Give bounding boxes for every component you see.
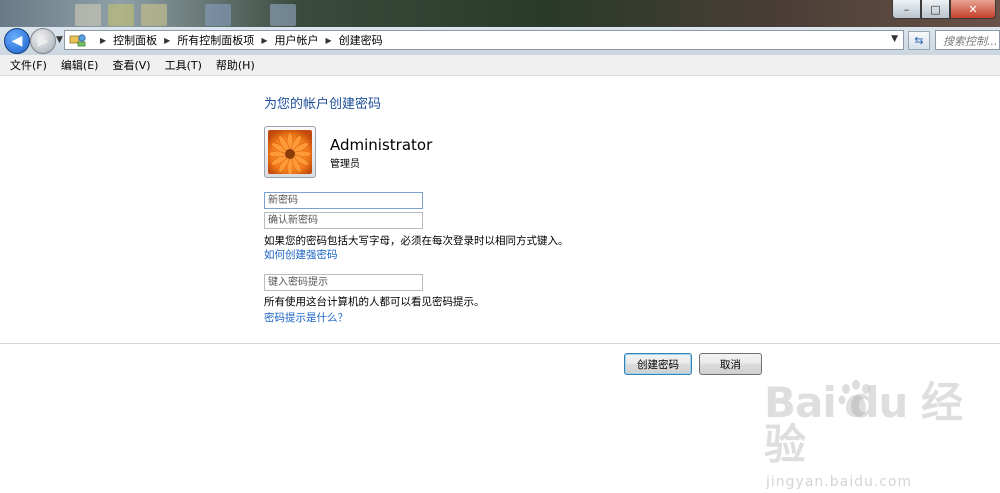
menu-bar: 文件(F) 编辑(E) 查看(V) 工具(T) 帮助(H): [0, 55, 1000, 76]
strong-password-link[interactable]: 如何创建强密码: [264, 247, 338, 262]
close-button[interactable]: ✕: [950, 0, 996, 19]
refresh-icon: ⇆: [914, 34, 924, 47]
page-title: 为您的帐户创建密码: [264, 97, 382, 112]
user-name: Administrator: [330, 136, 433, 154]
chevron-right-icon[interactable]: ▶: [261, 36, 267, 45]
navigation-bar: ◀ ▶ ▼ ▶ 控制面板 ▶ 所有控制面板项 ▶ 用户帐户 ▶ 创建密码 ▼ ⇆…: [0, 27, 1000, 55]
menu-view[interactable]: 查看(V): [112, 57, 150, 73]
watermark-logo: Bai du 经验: [764, 378, 963, 469]
refresh-button[interactable]: ⇆: [908, 31, 930, 50]
confirm-password-input[interactable]: [264, 212, 423, 229]
taskbar-thumbnail: [270, 4, 296, 26]
password-hint-input[interactable]: [264, 274, 423, 291]
new-password-input[interactable]: [264, 192, 423, 209]
menu-file[interactable]: 文件(F): [10, 57, 47, 73]
minimize-button[interactable]: –: [892, 0, 921, 19]
chevron-down-icon[interactable]: ▼: [891, 34, 898, 44]
forward-button[interactable]: ▶: [30, 28, 56, 54]
main-content: 为您的帐户创建密码 Administrator 管理员 新密码 确认新密码 如果…: [0, 76, 1000, 493]
baidu-watermark: Bai du 经验 jingyan.baidu.com: [764, 378, 1000, 490]
chevron-right-icon[interactable]: ▶: [325, 36, 331, 45]
breadcrumb-control-panel[interactable]: 控制面板: [113, 32, 157, 48]
paw-icon: [838, 380, 874, 423]
menu-tools[interactable]: 工具(T): [165, 57, 202, 73]
chevron-right-icon[interactable]: ▶: [164, 36, 170, 45]
history-dropdown-icon[interactable]: ▼: [56, 35, 63, 45]
window-titlebar[interactable]: – □ ✕: [0, 0, 1000, 27]
chevron-right-icon[interactable]: ▶: [100, 36, 106, 45]
flower-icon: [268, 130, 312, 174]
breadcrumb-create-password[interactable]: 创建密码: [339, 32, 383, 48]
address-bar[interactable]: ▶ 控制面板 ▶ 所有控制面板项 ▶ 用户帐户 ▶ 创建密码 ▼: [64, 30, 904, 50]
divider: [0, 343, 1000, 344]
arrow-right-icon: ▶: [37, 33, 49, 49]
taskbar-thumbnail: [108, 4, 134, 26]
avatar: [264, 126, 316, 178]
taskbar-thumbnail: [141, 4, 167, 26]
hint-visibility-note: 所有使用这台计算机的人都可以看见密码提示。: [264, 296, 485, 308]
menu-edit[interactable]: 编辑(E): [61, 57, 99, 73]
maximize-button[interactable]: □: [921, 0, 950, 19]
breadcrumb-user-accounts[interactable]: 用户帐户: [274, 32, 318, 48]
window-controls: – □ ✕: [892, 0, 996, 19]
user-role: 管理员: [330, 159, 360, 170]
watermark-url: jingyan.baidu.com: [766, 474, 913, 490]
arrow-left-icon: ◀: [11, 33, 23, 49]
password-hint-help-link[interactable]: 密码提示是什么？: [264, 310, 348, 325]
breadcrumb-all-items[interactable]: 所有控制面板项: [177, 32, 254, 48]
search-input[interactable]: 搜索控制...: [935, 30, 1000, 50]
taskbar-thumbnail: [205, 4, 231, 26]
control-panel-icon: [69, 33, 87, 47]
create-password-button[interactable]: 创建密码: [624, 353, 692, 375]
taskbar-thumbnail: [75, 4, 101, 26]
case-sensitivity-note: 如果您的密码包括大写字母，必须在每次登录时以相同方式键入。: [264, 235, 569, 247]
back-button[interactable]: ◀: [4, 28, 30, 54]
menu-help[interactable]: 帮助(H): [216, 57, 255, 73]
cancel-button[interactable]: 取消: [699, 353, 762, 375]
